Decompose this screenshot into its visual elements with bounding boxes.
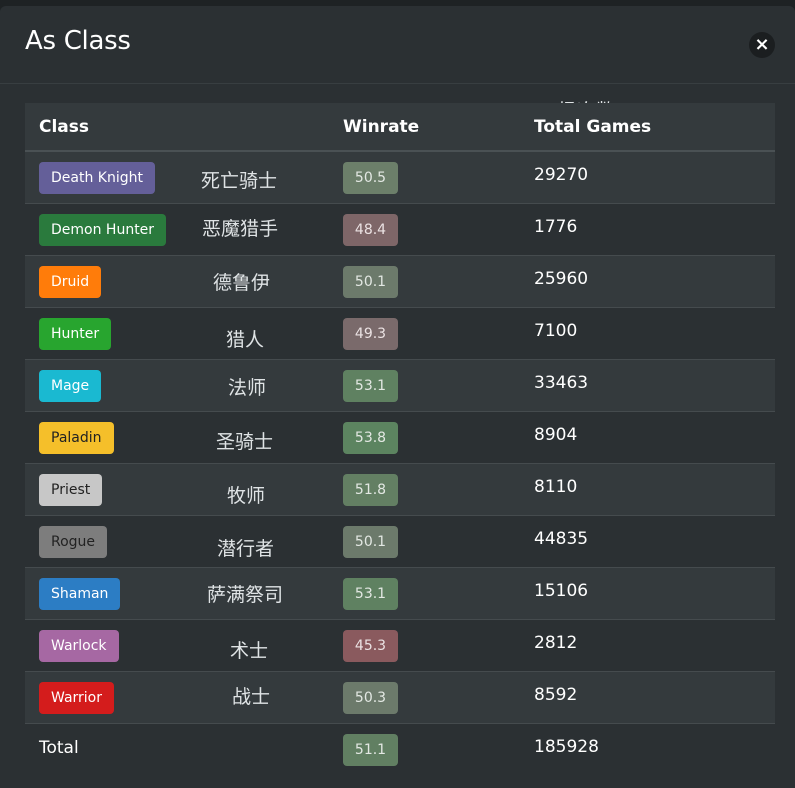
winrate-badge: 53.1 bbox=[343, 578, 398, 610]
class-chinese-annotation: 战士 bbox=[232, 686, 271, 708]
winrate-badge: 48.4 bbox=[343, 214, 398, 246]
class-badge-warlock[interactable]: Warlock bbox=[39, 630, 119, 662]
table-row: Priest 牧师 51.8 8110 bbox=[25, 464, 775, 516]
winrate-badge: 50.1 bbox=[343, 266, 398, 298]
table-header: Class Winrate Total Games bbox=[25, 103, 775, 152]
class-chinese-annotation: 萨满祭司 bbox=[207, 584, 284, 606]
class-badge-hunter[interactable]: Hunter bbox=[39, 318, 112, 350]
winrate-badge: 49.3 bbox=[343, 318, 398, 350]
class-badge-priest[interactable]: Priest bbox=[39, 474, 103, 506]
class-chinese-annotation: 死亡骑士 bbox=[201, 170, 278, 192]
total-games-sum: 185928 bbox=[534, 737, 599, 757]
table-body: Death Knight 死亡骑士 50.5 29270 Demon Hunter 恶魔猎… bbox=[25, 152, 775, 775]
table-row: Rogue 潜行者 50.1 44835 bbox=[25, 516, 775, 568]
modal-title: As Class bbox=[25, 26, 131, 56]
total-games-value: 44835 bbox=[534, 529, 589, 549]
table-row: Druid 德鲁伊 50.1 25960 bbox=[25, 256, 775, 308]
total-games-value: 8110 bbox=[534, 477, 578, 497]
class-badge-shaman[interactable]: Shaman bbox=[39, 578, 121, 610]
column-header-class: Class bbox=[39, 117, 90, 137]
table-row: Death Knight 死亡骑士 50.5 29270 bbox=[25, 152, 775, 204]
table-total-row: Total 51.1 185928 bbox=[25, 724, 775, 775]
winrate-badge: 53.1 bbox=[343, 370, 398, 402]
total-games-value: 33463 bbox=[534, 373, 589, 393]
total-games-value: 8904 bbox=[534, 425, 578, 445]
table-row: Mage 法师 53.1 33463 bbox=[25, 360, 775, 412]
table-row: Warrior 战士 50.3 8592 bbox=[25, 672, 775, 724]
winrate-badge: 50.3 bbox=[343, 682, 398, 714]
total-games-value: 7100 bbox=[534, 321, 578, 341]
class-badge-death-knight[interactable]: Death Knight bbox=[39, 162, 155, 194]
total-games-value: 2812 bbox=[534, 633, 578, 653]
total-games-value: 15106 bbox=[534, 581, 589, 601]
class-chinese-annotation: 术士 bbox=[230, 640, 269, 662]
winrate-badge: 50.5 bbox=[343, 162, 398, 194]
table-row: Warlock 术士 45.3 2812 bbox=[25, 620, 775, 672]
winrate-badge: 51.8 bbox=[343, 474, 398, 506]
class-chinese-annotation: 德鲁伊 bbox=[213, 272, 271, 294]
total-games-value: 29270 bbox=[534, 165, 589, 185]
modal-header: As Class × bbox=[0, 6, 795, 84]
class-chinese-annotation: 法师 bbox=[228, 377, 267, 399]
class-chinese-annotation: 圣骑士 bbox=[216, 431, 274, 453]
table-row: Paladin 圣骑士 53.8 8904 bbox=[25, 412, 775, 464]
close-icon[interactable]: × bbox=[749, 32, 775, 58]
class-chinese-annotation: 猎人 bbox=[226, 329, 265, 351]
winrate-badge: 53.8 bbox=[343, 422, 398, 454]
winrate-badge: 45.3 bbox=[343, 630, 398, 662]
class-badge-demon-hunter[interactable]: Demon Hunter bbox=[39, 214, 167, 246]
class-badge-mage[interactable]: Mage bbox=[39, 370, 102, 402]
class-stats-table: Class Winrate Total Games Death Knight 死亡… bbox=[25, 103, 775, 775]
class-chinese-annotation: 恶魔猎手 bbox=[202, 218, 279, 240]
total-games-value: 1776 bbox=[534, 217, 578, 237]
column-header-winrate: Winrate bbox=[343, 117, 420, 137]
total-label: Total bbox=[39, 738, 79, 758]
class-badge-druid[interactable]: Druid bbox=[39, 266, 102, 298]
total-games-value: 8592 bbox=[534, 685, 578, 705]
total-games-value: 25960 bbox=[534, 269, 589, 289]
total-winrate-badge: 51.1 bbox=[343, 734, 398, 766]
class-badge-warrior[interactable]: Warrior bbox=[39, 682, 115, 714]
table-row: Demon Hunter 恶魔猎手 48.4 1776 bbox=[25, 204, 775, 256]
winrate-badge: 50.1 bbox=[343, 526, 398, 558]
class-chinese-annotation: 牧师 bbox=[227, 485, 266, 507]
class-chinese-annotation: 潜行者 bbox=[217, 538, 275, 560]
class-badge-paladin[interactable]: Paladin bbox=[39, 422, 114, 454]
class-badge-rogue[interactable]: Rogue bbox=[39, 526, 108, 558]
table-row: Shaman 萨满祭司 53.1 15106 bbox=[25, 568, 775, 620]
column-header-total-games: Total Games bbox=[534, 117, 652, 137]
table-row: Hunter 猎人 49.3 7100 bbox=[25, 308, 775, 360]
